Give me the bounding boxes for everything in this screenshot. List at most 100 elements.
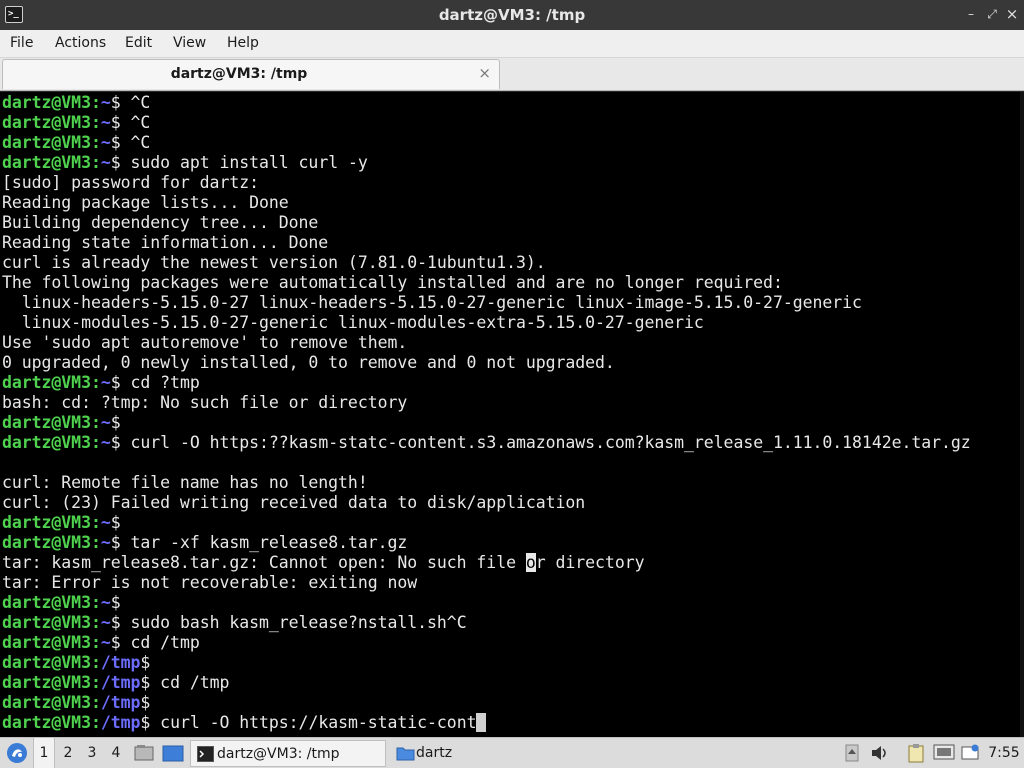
prompt-dollar: $ [110,153,121,172]
terminal-prompt-line: dartz@VM3:/tmp$ cd /tmp [2,673,1020,693]
terminal-output-line: 0 upgraded, 0 newly installed, 0 to remo… [2,353,615,372]
prompt-dollar: $ [110,373,121,392]
terminal-output-line: tar: kasm_release8.tar.gz: Cannot open: … [2,553,1020,573]
terminal-prompt-line: dartz@VM3:~$ ^C [2,113,1020,133]
prompt-separator: : [90,673,101,692]
window-title: dartz@VM3: /tmp [438,6,586,24]
prompt-separator: : [90,153,101,172]
output-text: r directory [535,553,645,572]
workspace-2[interactable]: 2 [57,738,79,768]
prompt-user-host: dartz@VM3 [2,153,91,172]
notifications-icon[interactable] [961,744,979,762]
terminal-output-line: linux-headers-5.15.0-27 linux-headers-5.… [2,293,862,312]
prompt-path: /tmp [100,673,141,692]
terminal-output-line: [sudo] password for dartz: [2,173,259,192]
prompt-path: ~ [100,533,111,552]
terminal-prompt-line: dartz@VM3:~$ tar -xf kasm_release8.tar.g… [2,533,1020,553]
prompt-command: cd ?tmp [120,373,200,392]
prompt-separator: : [90,593,101,612]
prompt-path: ~ [100,413,111,432]
minimize-button[interactable]: – [963,6,979,22]
prompt-user-host: dartz@VM3 [2,633,91,652]
terminal-prompt-line: dartz@VM3:~$ ^C [2,93,1020,113]
task-terminal-label: dartz@VM3: /tmp [217,746,340,762]
menu-edit[interactable]: Edit [125,35,152,51]
menu-file[interactable]: File [10,35,33,51]
terminal-view[interactable]: dartz@VM3:~$ ^C dartz@VM3:~$ ^C dartz@VM3:… [0,91,1024,737]
prompt-dollar: $ [110,433,121,452]
prompt-dollar: $ [140,673,151,692]
output-text: tar: kasm_release8.tar.gz: Cannot open: … [2,553,526,572]
text-cursor [476,713,487,732]
prompt-command: cd /tmp [120,633,200,652]
prompt-separator: : [90,613,101,632]
prompt-dollar: $ [110,533,121,552]
menu-actions[interactable]: Actions [55,35,106,51]
task-folder-label: dartz [416,745,453,761]
close-button[interactable]: × [1004,6,1020,22]
prompt-path: ~ [100,513,111,532]
terminal-prompt-line: dartz@VM3:~$ [2,413,1020,433]
maximize-button[interactable]: ⤢ [984,6,1000,22]
terminal-icon [197,746,214,762]
prompt-path: ~ [100,593,111,612]
workspace-1[interactable]: 1 [33,738,55,768]
clock[interactable]: 7:55 [986,738,1022,768]
prompt-path: ~ [100,373,111,392]
task-terminal[interactable]: dartz@VM3: /tmp [190,740,386,767]
prompt-separator: : [90,693,101,712]
prompt-command: ^C [120,113,151,132]
prompt-command: ^C [120,133,151,152]
prompt-user-host: dartz@VM3 [2,413,91,432]
prompt-user-host: dartz@VM3 [2,373,91,392]
prompt-user-host: dartz@VM3 [2,653,91,672]
terminal-output-line: curl is already the newest version (7.81… [2,253,546,272]
prompt-separator: : [90,93,101,112]
prompt-user-host: dartz@VM3 [2,433,91,452]
quick-launch-icon[interactable] [162,744,184,763]
prompt-command: sudo bash kasm_release?nstall.sh^C [120,613,467,632]
title-bar: >_ dartz@VM3: /tmp – ⤢ × [0,0,1024,30]
prompt-command: cd /tmp [150,673,230,692]
prompt-user-host: dartz@VM3 [2,673,91,692]
terminal-prompt-line: dartz@VM3:~$ cd /tmp [2,633,1020,653]
terminal-scrollbar[interactable] [1020,92,1024,737]
prompt-path: ~ [100,633,111,652]
menu-view[interactable]: View [173,35,206,51]
terminal-prompt-line: dartz@VM3:~$ sudo apt install curl -y [2,153,1020,173]
terminal-output-line: tar: Error is not recoverable: exiting n… [2,573,418,592]
tab-terminal[interactable]: dartz@VM3: /tmp × [2,59,500,89]
prompt-path: /tmp [100,713,141,732]
prompt-separator: : [90,533,101,552]
prompt-user-host: dartz@VM3 [2,693,91,712]
menu-help[interactable]: Help [227,35,259,51]
terminal-output-line: linux-modules-5.15.0-27-generic linux-mo… [2,313,704,332]
terminal-output-line: Reading package lists... Done [2,193,289,212]
prompt-separator: : [90,513,101,532]
terminal-output-line: Building dependency tree... Done [2,213,319,232]
prompt-dollar: $ [110,413,121,432]
tab-bar: dartz@VM3: /tmp × [0,58,1024,91]
start-menu-icon[interactable] [6,742,28,764]
prompt-dollar: $ [140,713,151,732]
volume-icon[interactable] [871,745,889,761]
prompt-separator: : [90,633,101,652]
prompt-separator: : [90,113,101,132]
network-icon[interactable] [933,744,955,762]
prompt-separator: : [90,133,101,152]
terminal-output-line: bash: cd: ?tmp: No such file or director… [2,393,408,412]
workspace-4[interactable]: 4 [105,738,127,768]
tab-close-icon[interactable]: × [478,64,491,82]
terminal-prompt-line: dartz@VM3:~$ ^C [2,133,1020,153]
prompt-dollar: $ [110,93,121,112]
eject-icon[interactable] [845,744,859,762]
show-desktop-icon[interactable] [134,744,154,762]
terminal-output-line: curl: (23) Failed writing received data … [2,493,586,512]
clipboard-icon[interactable] [907,743,925,763]
taskbar: 1 2 3 4 dartz@VM3: /tmp dartz 7:55 [0,737,1024,768]
task-folder[interactable]: dartz [390,740,586,767]
prompt-command: tar -xf kasm_release8.tar.gz [120,533,408,552]
prompt-command: ^C [120,93,151,112]
workspace-3[interactable]: 3 [81,738,103,768]
